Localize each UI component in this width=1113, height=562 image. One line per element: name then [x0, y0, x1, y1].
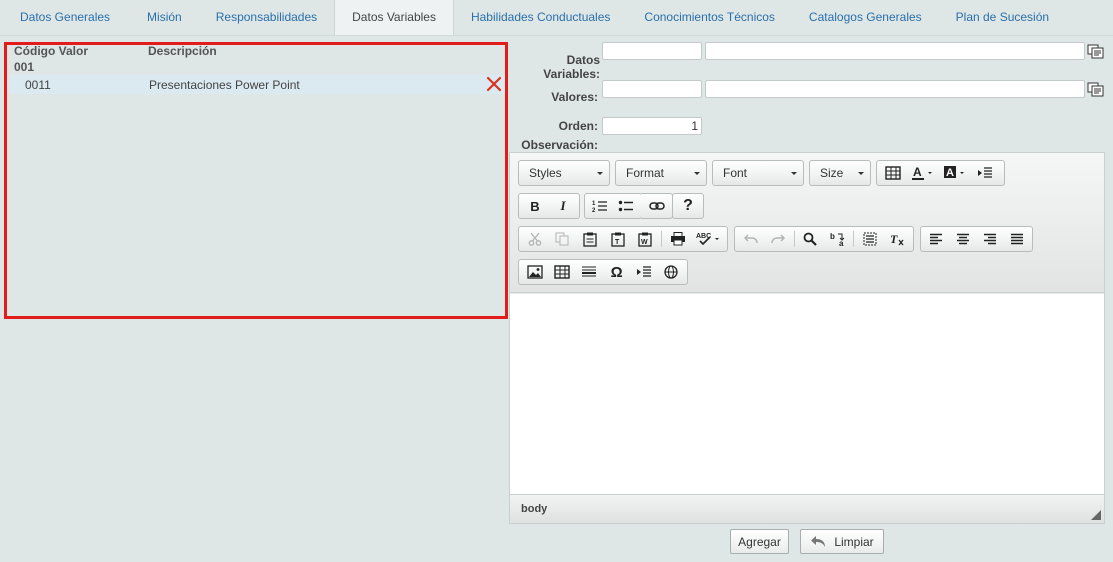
tab-habilidades-conductuales[interactable]: Habilidades Conductuales [454, 0, 627, 35]
redo-icon[interactable] [764, 228, 791, 250]
orden-input[interactable] [602, 117, 702, 135]
toolbar-separator [793, 231, 795, 247]
limpiar-label: Limpiar [834, 534, 874, 549]
element-path[interactable]: body [521, 503, 547, 515]
replace-icon[interactable]: ba [824, 228, 851, 250]
row-code: 0011 [25, 78, 51, 92]
svg-text:1: 1 [592, 201, 596, 207]
table-row[interactable]: 0011 Presentaciones Power Point [9, 75, 505, 94]
valores-description-input[interactable] [705, 80, 1085, 98]
bulleted-list-icon[interactable] [613, 195, 639, 217]
svg-text:A: A [946, 167, 954, 179]
find-icon[interactable] [797, 228, 824, 250]
indent-icon[interactable] [971, 162, 999, 184]
toolbar-group-table-colors: A A [876, 160, 1005, 186]
image-icon[interactable] [521, 261, 548, 283]
toolbar-group-link [641, 193, 673, 219]
font-dropdown[interactable]: Font [712, 160, 804, 186]
select-all-icon[interactable] [856, 228, 883, 250]
observacion-editor: Styles Format Font Size A A B I 12 ? T W… [509, 152, 1105, 524]
special-char-icon[interactable]: Ω [603, 261, 630, 283]
size-dropdown[interactable]: Size [809, 160, 871, 186]
undo-arrow-icon [810, 535, 826, 548]
toolbar-separator [853, 231, 855, 247]
editor-content-area[interactable] [510, 294, 1104, 494]
column-header-code: Código Valor [14, 44, 89, 58]
lookup-icon[interactable] [1087, 44, 1104, 59]
group-code: 001 [14, 60, 35, 74]
svg-text:T: T [615, 239, 620, 246]
numbered-list-icon[interactable]: 12 [587, 195, 613, 217]
align-center-icon[interactable] [950, 228, 977, 250]
datos-variables-label: Datos Variables: [543, 53, 600, 81]
toolbar-group-clipboard: T W ABC [518, 226, 728, 252]
page-break-icon[interactable] [630, 261, 657, 283]
toolbar-group-help: ? [672, 193, 704, 219]
resize-handle-icon[interactable] [1091, 510, 1101, 520]
paste-text-icon[interactable]: T [604, 228, 632, 250]
paste-icon[interactable] [576, 228, 604, 250]
cut-icon[interactable] [521, 228, 549, 250]
align-right-icon[interactable] [977, 228, 1004, 250]
remove-format-icon[interactable]: T [884, 228, 911, 250]
table-icon[interactable] [879, 162, 907, 184]
datos-variables-description-input[interactable] [705, 42, 1085, 60]
tab-responsabilidades[interactable]: Responsabilidades [199, 0, 334, 35]
toolbar-group-lists: 12 [584, 193, 642, 219]
tab-bar: Datos Generales Misión Responsabilidades… [0, 0, 1113, 36]
limpiar-button[interactable]: Limpiar [800, 529, 884, 554]
tab-plan-de-sucesion[interactable]: Plan de Sucesión [939, 0, 1066, 35]
toolbar-group-basic-styles: B I [518, 193, 580, 219]
svg-text:A: A [913, 165, 922, 179]
horizontal-rule-icon[interactable] [576, 261, 603, 283]
bold-icon[interactable]: B [521, 195, 549, 217]
valores-label: Valores: [551, 90, 598, 104]
text-color-icon[interactable]: A [907, 162, 939, 184]
svg-text:W: W [641, 239, 648, 246]
tab-conocimientos-tecnicos[interactable]: Conocimientos Técnicos [627, 0, 792, 35]
lookup-icon[interactable] [1087, 82, 1104, 97]
svg-text:2: 2 [592, 208, 596, 213]
values-grid-panel: Código Valor Descripción 001 0011 Presen… [4, 42, 508, 319]
background-color-icon[interactable]: A [939, 162, 971, 184]
tab-catalogos-generales[interactable]: Catalogos Generales [792, 0, 939, 35]
svg-text:T: T [890, 232, 898, 246]
toolbar-group-alignment [920, 226, 1033, 252]
editor-toolbar: Styles Format Font Size A A B I 12 ? T W… [510, 153, 1104, 293]
svg-text:b: b [830, 232, 835, 241]
font-dropdown-label: Font [723, 166, 748, 180]
toolbar-separator [660, 231, 662, 247]
row-description: Presentaciones Power Point [149, 78, 300, 92]
undo-icon[interactable] [737, 228, 764, 250]
justify-icon[interactable] [1003, 228, 1030, 250]
italic-icon[interactable]: I [549, 195, 577, 217]
spellcheck-icon[interactable]: ABC [692, 228, 726, 250]
agregar-button[interactable]: Agregar [730, 529, 789, 554]
delete-icon[interactable] [486, 75, 502, 93]
editor-status-bar: body [510, 494, 1104, 523]
datos-variables-code-input[interactable] [602, 42, 702, 60]
align-left-icon[interactable] [923, 228, 950, 250]
tab-datos-generales[interactable]: Datos Generales [0, 0, 130, 35]
format-dropdown-label: Format [626, 166, 665, 180]
help-icon[interactable]: ? [675, 195, 701, 217]
insert-table-icon[interactable] [548, 261, 575, 283]
tab-mision[interactable]: Misión [130, 0, 199, 35]
orden-label: Orden: [558, 119, 598, 133]
styles-dropdown[interactable]: Styles [518, 160, 610, 186]
toolbar-group-insert: Ω [518, 259, 688, 285]
size-dropdown-label: Size [820, 166, 844, 180]
column-header-description: Descripción [148, 44, 217, 58]
print-icon[interactable] [664, 228, 692, 250]
link-icon[interactable] [643, 195, 670, 217]
valores-code-input[interactable] [602, 80, 702, 98]
observacion-label: Observación: [521, 138, 598, 152]
toolbar-group-editing: ba T [734, 226, 914, 252]
styles-dropdown-label: Styles [529, 166, 562, 180]
iframe-icon[interactable] [658, 261, 685, 283]
paste-word-icon[interactable]: W [631, 228, 659, 250]
copy-icon[interactable] [549, 228, 577, 250]
format-dropdown[interactable]: Format [615, 160, 707, 186]
tab-datos-variables[interactable]: Datos Variables [334, 0, 454, 35]
